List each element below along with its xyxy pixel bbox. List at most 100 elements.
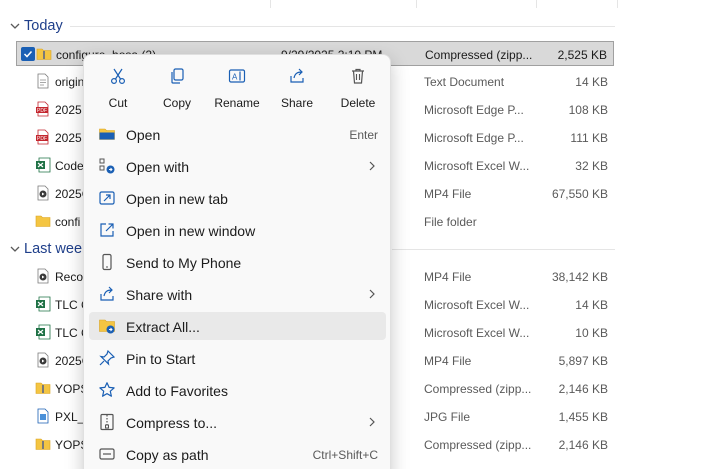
menu-item-compress-to[interactable]: Compress to... [89, 408, 386, 436]
svg-text:PDF: PDF [37, 136, 47, 142]
excel-file-icon [36, 324, 51, 340]
file-size: 111 KB [570, 131, 608, 145]
group-divider [392, 249, 615, 250]
menu-item-label: Open in new tab [126, 191, 228, 207]
file-size: 10 KB [575, 326, 608, 340]
video-file-icon [37, 185, 49, 201]
file-type: MP4 File [424, 187, 472, 201]
menu-item-shortcut: Ctrl+Shift+C [312, 448, 378, 462]
group-label: Last week [24, 241, 90, 257]
group-header-today[interactable]: Today [8, 15, 63, 37]
cut-label: Cut [108, 96, 128, 110]
phone-icon [102, 253, 112, 271]
column-separator[interactable] [270, 0, 271, 8]
zip-folder-icon [35, 438, 51, 450]
checkmark-icon [23, 50, 33, 58]
menu-item-label: Open in new window [126, 223, 256, 239]
trash-icon [352, 68, 364, 84]
open-with-icon [99, 158, 115, 174]
menu-item-pin-to-start[interactable]: Pin to Start [89, 344, 386, 372]
new-tab-icon [99, 191, 115, 205]
file-size: 14 KB [575, 298, 608, 312]
file-type: Compressed (zipp... [425, 48, 533, 62]
context-menu: Cut Copy A Rename Share Delete Open Ente… [83, 54, 391, 469]
menu-item-open[interactable]: Open Enter [89, 120, 386, 148]
column-separator[interactable] [416, 0, 417, 8]
file-size: 38,142 KB [551, 270, 608, 284]
group-label: Today [24, 18, 63, 34]
menu-item-label: Extract All... [126, 319, 200, 335]
group-header-last-week[interactable]: Last week [8, 238, 89, 260]
chevron-right-icon [369, 161, 375, 171]
share-label: Share [280, 96, 314, 110]
menu-item-open-new-tab[interactable]: Open in new tab [89, 184, 386, 212]
menu-item-send-to-phone[interactable]: Send to My Phone [89, 248, 386, 276]
scissors-icon [110, 68, 126, 85]
open-folder-icon [99, 128, 115, 140]
file-type: JPG File [424, 410, 471, 424]
file-type: Microsoft Excel W... [424, 298, 530, 312]
file-type: File folder [424, 215, 477, 229]
checkbox[interactable] [21, 47, 35, 61]
menu-item-add-to-favorites[interactable]: Add to Favorites [89, 376, 386, 404]
menu-item-open-with[interactable]: Open with [89, 152, 386, 180]
file-size: 32 KB [575, 159, 608, 173]
file-type: Microsoft Edge P... [424, 131, 524, 145]
copy-path-icon [99, 448, 115, 460]
file-type: Microsoft Edge P... [424, 103, 524, 117]
share-with-icon [100, 286, 114, 301]
copy-icon [171, 68, 184, 84]
excel-file-icon [36, 157, 51, 173]
menu-item-copy-as-path[interactable]: Copy as path Ctrl+Shift+C [89, 440, 386, 468]
column-separator[interactable] [536, 0, 537, 8]
new-window-icon [100, 223, 114, 237]
rename-label: Rename [214, 96, 260, 110]
video-file-icon [37, 352, 49, 368]
file-size: 5,897 KB [558, 354, 608, 368]
rename-icon: A [228, 69, 246, 83]
folder-icon [35, 215, 51, 227]
cut-button[interactable]: Cut [88, 65, 148, 110]
menu-item-share-with[interactable]: Share with [89, 280, 386, 308]
menu-item-label: Share with [126, 287, 193, 303]
menu-item-label: Pin to Start [126, 351, 196, 367]
file-size: 14 KB [575, 75, 608, 89]
share-icon [290, 68, 304, 83]
excel-file-icon [36, 296, 51, 312]
copy-button[interactable]: Copy [147, 65, 207, 110]
file-type: Microsoft Excel W... [424, 159, 530, 173]
chevron-right-icon [369, 417, 375, 427]
menu-item-open-new-window[interactable]: Open in new window [89, 216, 386, 244]
column-separator[interactable] [617, 0, 618, 8]
svg-text:PDF: PDF [37, 108, 47, 114]
group-divider [70, 26, 615, 27]
pdf-file-icon: PDF [36, 101, 49, 117]
file-size: 2,146 KB [558, 382, 608, 396]
extract-icon [99, 319, 115, 334]
file-size: 2,146 KB [558, 438, 608, 452]
chevron-down-icon [10, 246, 20, 252]
pin-icon [99, 349, 116, 366]
compress-icon [100, 413, 114, 431]
menu-item-extract-all[interactable]: Extract All... [89, 312, 386, 340]
video-file-icon [37, 268, 49, 284]
file-type: Compressed (zipp... [424, 382, 532, 396]
zip-folder-icon [36, 48, 52, 60]
pdf-file-icon: PDF [36, 129, 49, 145]
rename-button[interactable]: A Rename [207, 65, 267, 110]
file-size: 1,455 KB [558, 410, 608, 424]
star-icon [99, 382, 115, 397]
svg-text:A: A [232, 73, 238, 82]
delete-button[interactable]: Delete [328, 65, 388, 110]
text-file-icon [37, 73, 49, 89]
chevron-right-icon [369, 289, 375, 299]
zip-folder-icon [35, 382, 51, 394]
share-button[interactable]: Share [267, 65, 327, 110]
image-file-icon [37, 408, 49, 424]
menu-item-label: Compress to... [126, 415, 218, 431]
menu-item-label: Open [126, 127, 161, 143]
file-size: 67,550 KB [551, 187, 608, 201]
file-size: 2,525 KB [557, 48, 607, 62]
copy-label: Copy [162, 96, 191, 110]
menu-item-label: Open with [126, 159, 190, 175]
